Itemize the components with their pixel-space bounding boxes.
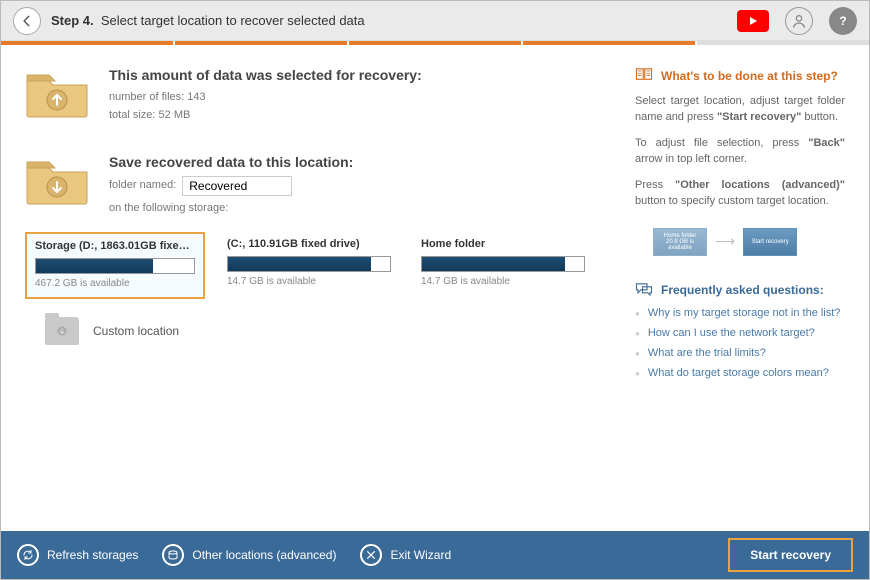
chat-icon [635, 282, 653, 299]
arrow-right-icon: ⟶ [715, 233, 735, 250]
refresh-icon [17, 544, 39, 566]
page-title: Step 4. Select target location to recove… [51, 13, 365, 28]
help-p1: Select target location, adjust target fo… [635, 94, 845, 126]
exit-wizard-button[interactable]: Exit Wizard [360, 544, 451, 566]
faq-link[interactable]: What are the trial limits? [635, 347, 845, 361]
book-icon [635, 67, 653, 84]
summary-heading: This amount of data was selected for rec… [109, 67, 422, 83]
custom-location-button[interactable]: Custom location [45, 317, 615, 345]
youtube-icon[interactable] [737, 10, 769, 32]
help-p2: To adjust file selection, press "Back" a… [635, 136, 845, 168]
total-size: total size: 52 MB [109, 107, 422, 125]
folder-name-input[interactable] [182, 176, 292, 196]
target-heading: Save recovered data to this location: [109, 154, 615, 170]
help-p3: Press "Other locations (advanced)" butto… [635, 178, 845, 210]
sidebar-title: What's to be done at this step? [661, 69, 838, 83]
start-recovery-button[interactable]: Start recovery [728, 538, 853, 572]
usage-bar [227, 256, 391, 272]
faq-title: Frequently asked questions: [661, 283, 824, 297]
storage-label: on the following storage: [109, 200, 615, 218]
user-icon[interactable] [785, 7, 813, 35]
faq-link[interactable]: What do target storage colors mean? [635, 367, 845, 381]
faq-link[interactable]: How can I use the network target? [635, 327, 845, 341]
help-icon[interactable]: ? [829, 7, 857, 35]
storage-card-home[interactable]: Home folder 14.7 GB is available [413, 232, 593, 299]
faq-link[interactable]: Why is my target storage not in the list… [635, 307, 845, 321]
drive-icon [162, 544, 184, 566]
refresh-storages-button[interactable]: Refresh storages [17, 544, 138, 566]
folder-down-icon [25, 154, 89, 206]
help-illustration: Home folder 20.8 GB is available ⟶ Start… [653, 228, 845, 256]
files-count: number of files: 143 [109, 89, 422, 107]
folder-up-icon [25, 67, 89, 119]
usage-bar [35, 258, 195, 274]
custom-folder-icon [45, 317, 79, 345]
usage-bar [421, 256, 585, 272]
storage-card-c[interactable]: (C:, 110.91GB fixed drive) 14.7 GB is av… [219, 232, 399, 299]
folder-name-label: folder named: [109, 177, 176, 195]
close-icon [360, 544, 382, 566]
other-locations-button[interactable]: Other locations (advanced) [162, 544, 336, 566]
storage-card-d[interactable]: Storage (D:, 1863.01GB fixed drive) 467.… [25, 232, 205, 299]
back-button[interactable] [13, 7, 41, 35]
